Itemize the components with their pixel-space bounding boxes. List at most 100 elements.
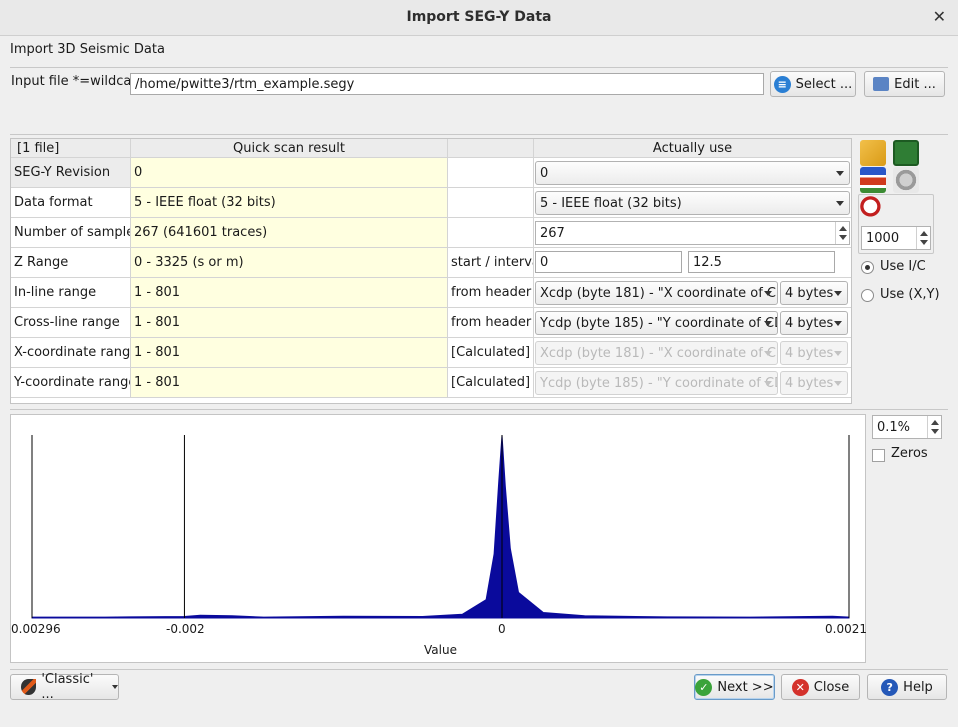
divider: [10, 409, 948, 410]
help-button[interactable]: ? Help: [867, 674, 947, 700]
classic-label: 'Classic' ...: [41, 672, 94, 702]
scan-result-cell: 0: [131, 158, 448, 188]
search-icon[interactable]: [860, 196, 886, 222]
header-field-value: Xcdp (byte 181) - "X coordinate of CD: [540, 285, 778, 301]
rocket-icon: [21, 679, 37, 695]
chevron-down-icon: [834, 381, 842, 386]
byte-size-value: 4 bytes: [785, 315, 834, 331]
tick-label-left: -0.002: [166, 622, 205, 636]
save-icon[interactable]: [893, 140, 919, 166]
samples-value: 267: [540, 225, 565, 241]
use-combo-value: 5 - IEEE float (32 bits): [540, 195, 682, 211]
header-field-combo[interactable]: Xcdp (byte 181) - "X coordinate of CD: [535, 281, 778, 305]
z-start-input[interactable]: [535, 251, 682, 273]
source-cell: from header: [448, 308, 534, 338]
scan-table: [1 file] Quick scan result Actually use …: [10, 138, 852, 404]
use-xy-label: Use (X,Y): [880, 287, 940, 302]
check-icon: ✓: [695, 678, 713, 696]
spin-down-icon[interactable]: [931, 429, 939, 434]
spin-up-icon[interactable]: [920, 231, 928, 236]
close-label: Close: [813, 679, 850, 695]
byte-size-combo: 4 bytes: [780, 371, 848, 395]
use-ic-radio[interactable]: [861, 261, 874, 274]
help-icon: ?: [881, 678, 899, 696]
histogram-area: [31, 434, 850, 619]
use-combo-value: 0: [540, 165, 549, 181]
x-axis-label: Value: [424, 643, 457, 657]
spin-arrows[interactable]: [835, 222, 849, 244]
histogram-svg: [31, 434, 850, 619]
spin-arrows[interactable]: [927, 416, 941, 438]
close-icon[interactable]: ✕: [933, 7, 946, 26]
close-button[interactable]: ✕ Close: [781, 674, 860, 700]
chevron-down-icon: [836, 171, 844, 176]
row-label: Cross-line range: [11, 308, 131, 338]
scan-result-cell: 267 (641601 traces): [131, 218, 448, 248]
chevron-down-icon: [764, 291, 772, 296]
section-title: Import 3D Seismic Data: [10, 42, 165, 57]
window-title: Import SEG-Y Data: [406, 9, 552, 25]
chevron-down-icon: [764, 351, 772, 356]
title-bar: Import SEG-Y Data ✕: [0, 0, 958, 36]
select-button-label: Select ...: [795, 76, 853, 92]
edit-button[interactable]: Edit ...: [864, 71, 945, 97]
divider: [10, 134, 948, 135]
scan-result-cell: 1 - 801: [131, 368, 448, 398]
settings-icon[interactable]: [893, 167, 919, 193]
tick-label-zero: 0: [498, 622, 506, 636]
spin-up-icon[interactable]: [839, 226, 847, 231]
cancel-icon: ✕: [791, 678, 809, 696]
chevron-down-icon: [836, 201, 844, 206]
scan-result-cell: 1 - 801: [131, 278, 448, 308]
zeros-checkbox[interactable]: [872, 449, 885, 462]
scan-count-value: 1000: [866, 230, 900, 246]
next-button[interactable]: ✓ Next >>: [694, 674, 775, 700]
zeros-label: Zeros: [891, 446, 928, 461]
scan-result-cell: 1 - 801: [131, 338, 448, 368]
scan-count-spinbox[interactable]: 1000: [861, 226, 931, 250]
byte-size-combo[interactable]: 4 bytes: [780, 281, 848, 305]
input-file-label: Input file *=wildcard: [11, 74, 145, 89]
swap-icon[interactable]: [860, 167, 886, 193]
tick-label-max: 0.0021: [825, 622, 867, 636]
spin-up-icon[interactable]: [931, 420, 939, 425]
spin-arrows[interactable]: [916, 227, 930, 249]
chevron-down-icon: [834, 351, 842, 356]
clip-value: 0.1%: [877, 419, 911, 435]
source-cell: [Calculated]: [448, 368, 534, 398]
header-field-value: Xcdp (byte 181) - "X coordinate of CD: [540, 345, 778, 361]
spin-down-icon[interactable]: [839, 235, 847, 240]
spin-down-icon[interactable]: [920, 240, 928, 245]
divider: [10, 669, 948, 670]
chevron-down-icon: [764, 381, 772, 386]
row-label: In-line range: [11, 278, 131, 308]
use-xy-radio[interactable]: [861, 289, 874, 302]
histogram-panel: 0.00296 -0.002 0 0.0021 Value: [10, 414, 867, 663]
classic-button[interactable]: 'Classic' ...: [10, 672, 119, 702]
z-interval-input[interactable]: [688, 251, 835, 273]
source-cell: from header: [448, 278, 534, 308]
input-file-field[interactable]: [130, 73, 764, 95]
scan-result-cell: 0 - 3325 (s or m): [131, 248, 448, 278]
open-icon[interactable]: [860, 140, 886, 166]
header-field-combo: Ycdp (byte 185) - "Y coordinate of CDI: [535, 371, 778, 395]
edit-button-label: Edit ...: [894, 76, 936, 92]
byte-size-value: 4 bytes: [785, 285, 834, 301]
chevron-down-icon: [112, 685, 118, 689]
clip-spinbox[interactable]: 0.1%: [872, 415, 942, 439]
source-cell: [448, 158, 534, 188]
byte-size-value: 4 bytes: [785, 345, 834, 361]
byte-size-combo: 4 bytes: [780, 341, 848, 365]
use-combo[interactable]: 0: [535, 161, 850, 185]
source-cell: [448, 218, 534, 248]
edit-icon: [873, 77, 890, 91]
col-header-mid: [448, 139, 534, 158]
use-combo[interactable]: 5 - IEEE float (32 bits): [535, 191, 850, 215]
byte-size-combo[interactable]: 4 bytes: [780, 311, 848, 335]
header-field-combo[interactable]: Ycdp (byte 185) - "Y coordinate of CDI: [535, 311, 778, 335]
row-label: SEG-Y Revision: [11, 158, 131, 188]
scan-result-cell: 1 - 801: [131, 308, 448, 338]
samples-spinbox[interactable]: 267: [535, 221, 850, 245]
header-field-combo: Xcdp (byte 181) - "X coordinate of CD: [535, 341, 778, 365]
select-button[interactable]: ≡ Select ...: [770, 71, 856, 97]
